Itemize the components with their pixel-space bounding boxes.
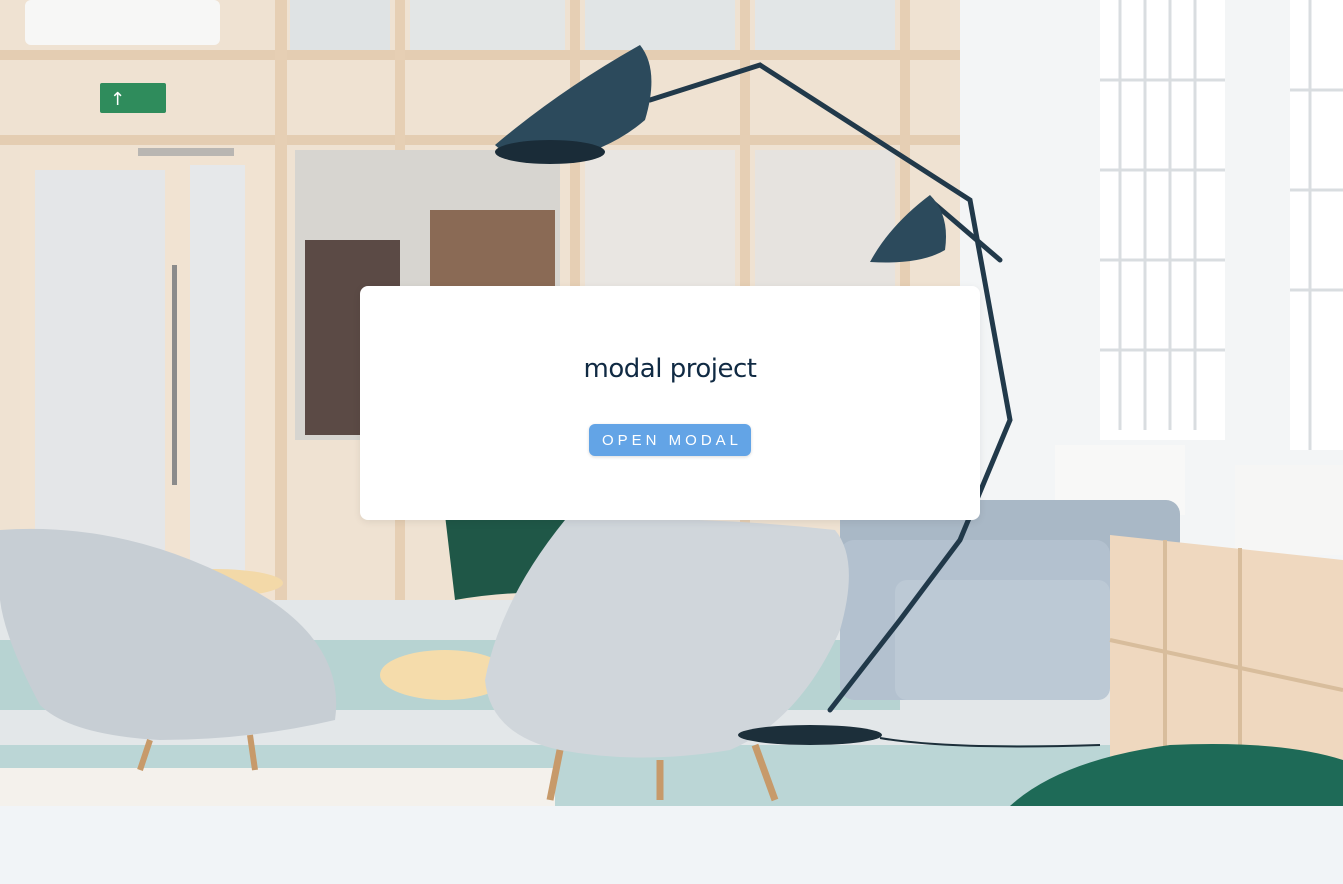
- svg-text:↑: ↑: [110, 89, 125, 110]
- modal-launch-card: modal project OPEN MODAL: [360, 286, 980, 520]
- page-title: modal project: [583, 354, 757, 384]
- page-footer-area: [0, 806, 1343, 884]
- open-modal-button[interactable]: OPEN MODAL: [589, 424, 751, 456]
